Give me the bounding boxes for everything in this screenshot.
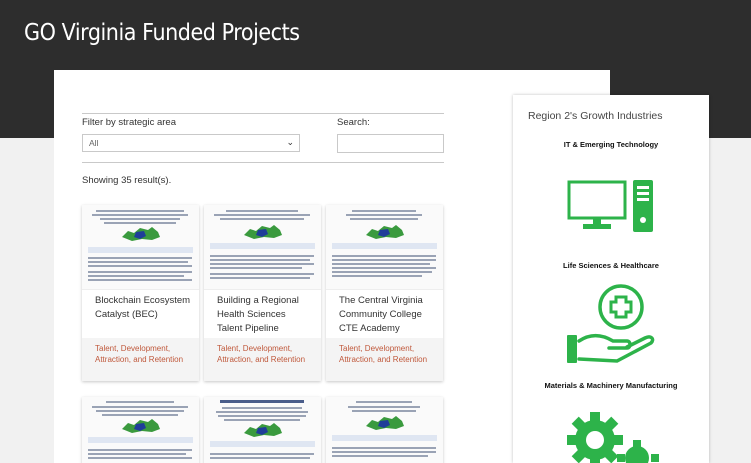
gears-icon bbox=[567, 412, 659, 463]
project-thumbnail bbox=[326, 397, 443, 463]
project-card[interactable] bbox=[204, 397, 321, 463]
search-label: Search: bbox=[337, 117, 370, 128]
results-count: Showing 35 result(s). bbox=[82, 175, 172, 186]
region-map-icon bbox=[122, 227, 160, 241]
search-input[interactable] bbox=[337, 134, 444, 153]
card-title: The Central Virginia Community College C… bbox=[339, 295, 423, 334]
project-thumbnail bbox=[326, 205, 443, 290]
filter-divider bbox=[82, 162, 444, 163]
project-thumbnail bbox=[204, 205, 321, 290]
project-card[interactable]: Blockchain Ecosystem Catalyst (BEC) Tale… bbox=[82, 205, 199, 381]
strategic-area-select[interactable]: All ⌄ bbox=[82, 134, 300, 152]
project-thumbnail bbox=[82, 397, 199, 463]
region-map-icon bbox=[122, 419, 160, 433]
region-map-icon bbox=[244, 225, 282, 239]
chevron-down-icon: ⌄ bbox=[286, 137, 294, 147]
project-card[interactable] bbox=[326, 397, 443, 463]
filter-label: Filter by strategic area bbox=[82, 117, 176, 128]
card-tag[interactable]: Talent, Development, Attraction, and Ret… bbox=[339, 343, 437, 365]
card-tag[interactable]: Talent, Development, Attraction, and Ret… bbox=[95, 343, 193, 365]
card-title: Blockchain Ecosystem Catalyst (BEC) bbox=[95, 295, 191, 320]
industry-label-it: IT & Emerging Technology bbox=[563, 140, 659, 149]
growth-industries-sidebar: Region 2's Growth Industries IT & Emergi… bbox=[513, 95, 709, 463]
sidebar-title: Region 2's Growth Industries bbox=[528, 110, 663, 122]
page-title: GO Virginia Funded Projects bbox=[24, 20, 300, 46]
project-card[interactable]: The Central Virginia Community College C… bbox=[326, 205, 443, 381]
project-thumbnail bbox=[82, 205, 199, 290]
card-title: Building a Regional Health Sciences Tale… bbox=[217, 295, 299, 334]
project-card[interactable] bbox=[82, 397, 199, 463]
project-card[interactable]: Building a Regional Health Sciences Tale… bbox=[204, 205, 321, 381]
project-thumbnail bbox=[204, 397, 321, 463]
industry-label-healthcare: Life Sciences & Healthcare bbox=[563, 261, 659, 270]
industry-label-manufacturing: Materials & Machinery Manufacturing bbox=[544, 381, 678, 390]
top-divider bbox=[82, 113, 444, 114]
select-value: All bbox=[89, 138, 99, 148]
region-map-icon bbox=[366, 416, 404, 430]
region-map-icon bbox=[244, 423, 282, 437]
region-map-icon bbox=[366, 225, 404, 239]
healthcare-hand-icon bbox=[567, 284, 655, 363]
computer-icon bbox=[567, 180, 653, 232]
card-tag[interactable]: Talent, Development, Attraction, and Ret… bbox=[217, 343, 315, 365]
